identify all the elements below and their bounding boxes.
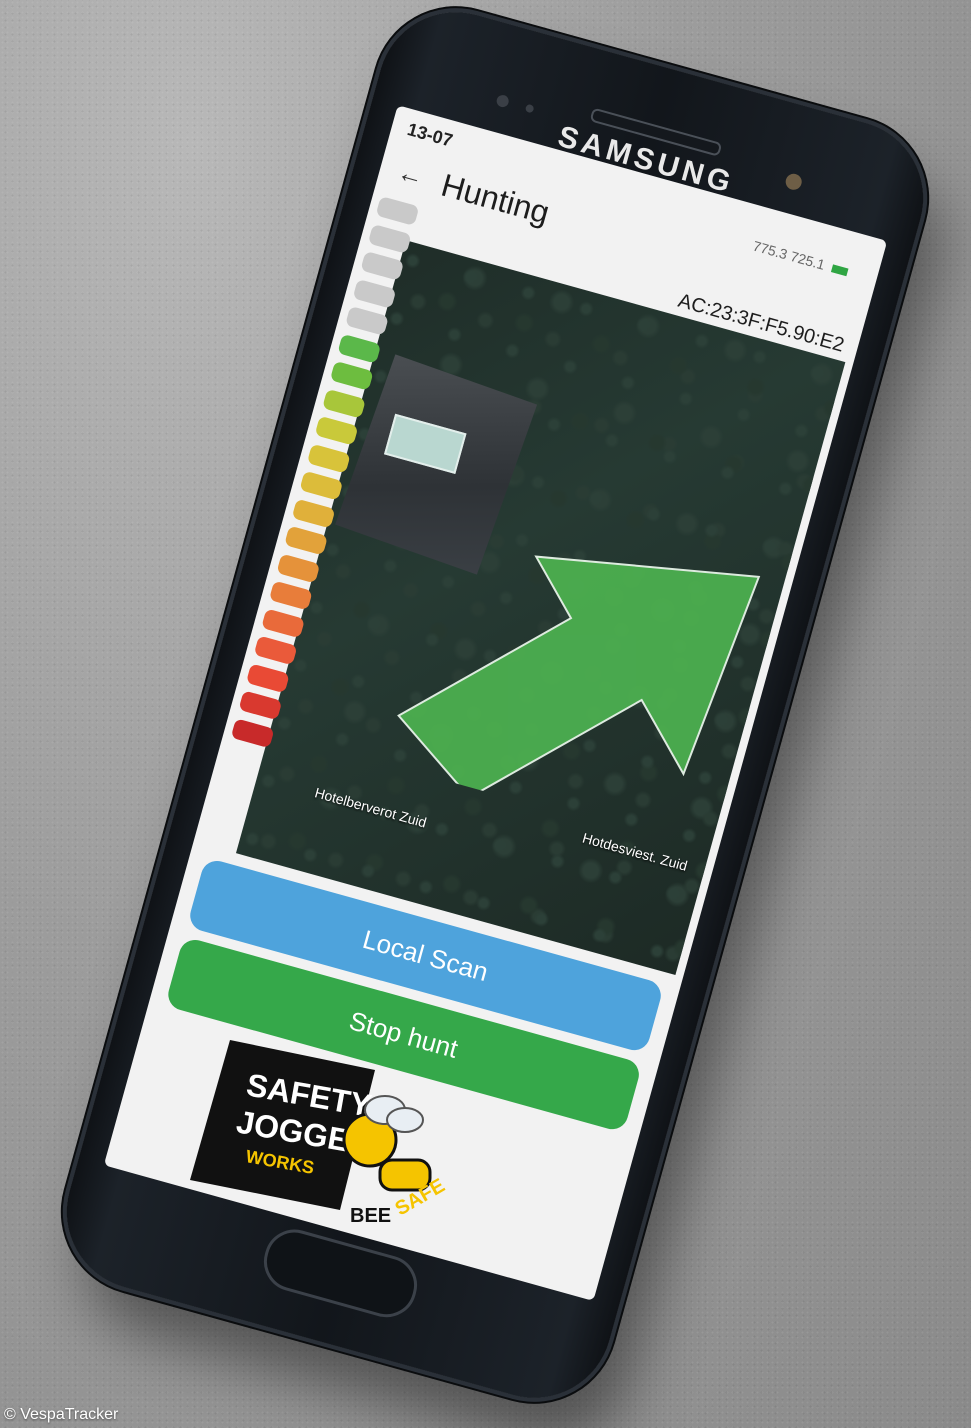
signal-meter-segment bbox=[345, 305, 389, 336]
signal-meter-segment bbox=[322, 388, 367, 419]
signal-meter-segment bbox=[329, 360, 374, 391]
signal-meter-segment bbox=[246, 662, 290, 693]
signal-meter-segment bbox=[306, 443, 351, 474]
signal-meter-segment bbox=[230, 717, 275, 748]
signal-meter-segment bbox=[238, 690, 283, 721]
signal-meter-segment bbox=[367, 223, 412, 254]
signal-meter-segment bbox=[337, 333, 382, 364]
signal-meter-segment bbox=[299, 470, 344, 501]
signal-meter-segment bbox=[284, 525, 329, 556]
signal-meter-segment bbox=[291, 498, 336, 529]
signal-meter-segment bbox=[314, 415, 359, 446]
map-label: Hotelberverot Zuid bbox=[313, 784, 429, 831]
photo-credit: © VespaTracker bbox=[4, 1406, 119, 1423]
safety-jogger-logo: SAFETY JOGGER WORKS BEE SAFE bbox=[190, 1040, 449, 1227]
signal-meter-segment bbox=[268, 580, 313, 611]
signal-meter-segment bbox=[261, 607, 306, 638]
signal-meter-segment bbox=[253, 635, 298, 666]
signal-meter-segment bbox=[352, 278, 397, 309]
signal-meter-segment bbox=[360, 250, 405, 281]
signal-meter-segment bbox=[276, 553, 321, 583]
arrow-left-icon[interactable]: ← bbox=[394, 156, 427, 193]
logo-tagline-a: BEE bbox=[350, 1205, 391, 1227]
status-time: 13-07 bbox=[405, 119, 455, 151]
